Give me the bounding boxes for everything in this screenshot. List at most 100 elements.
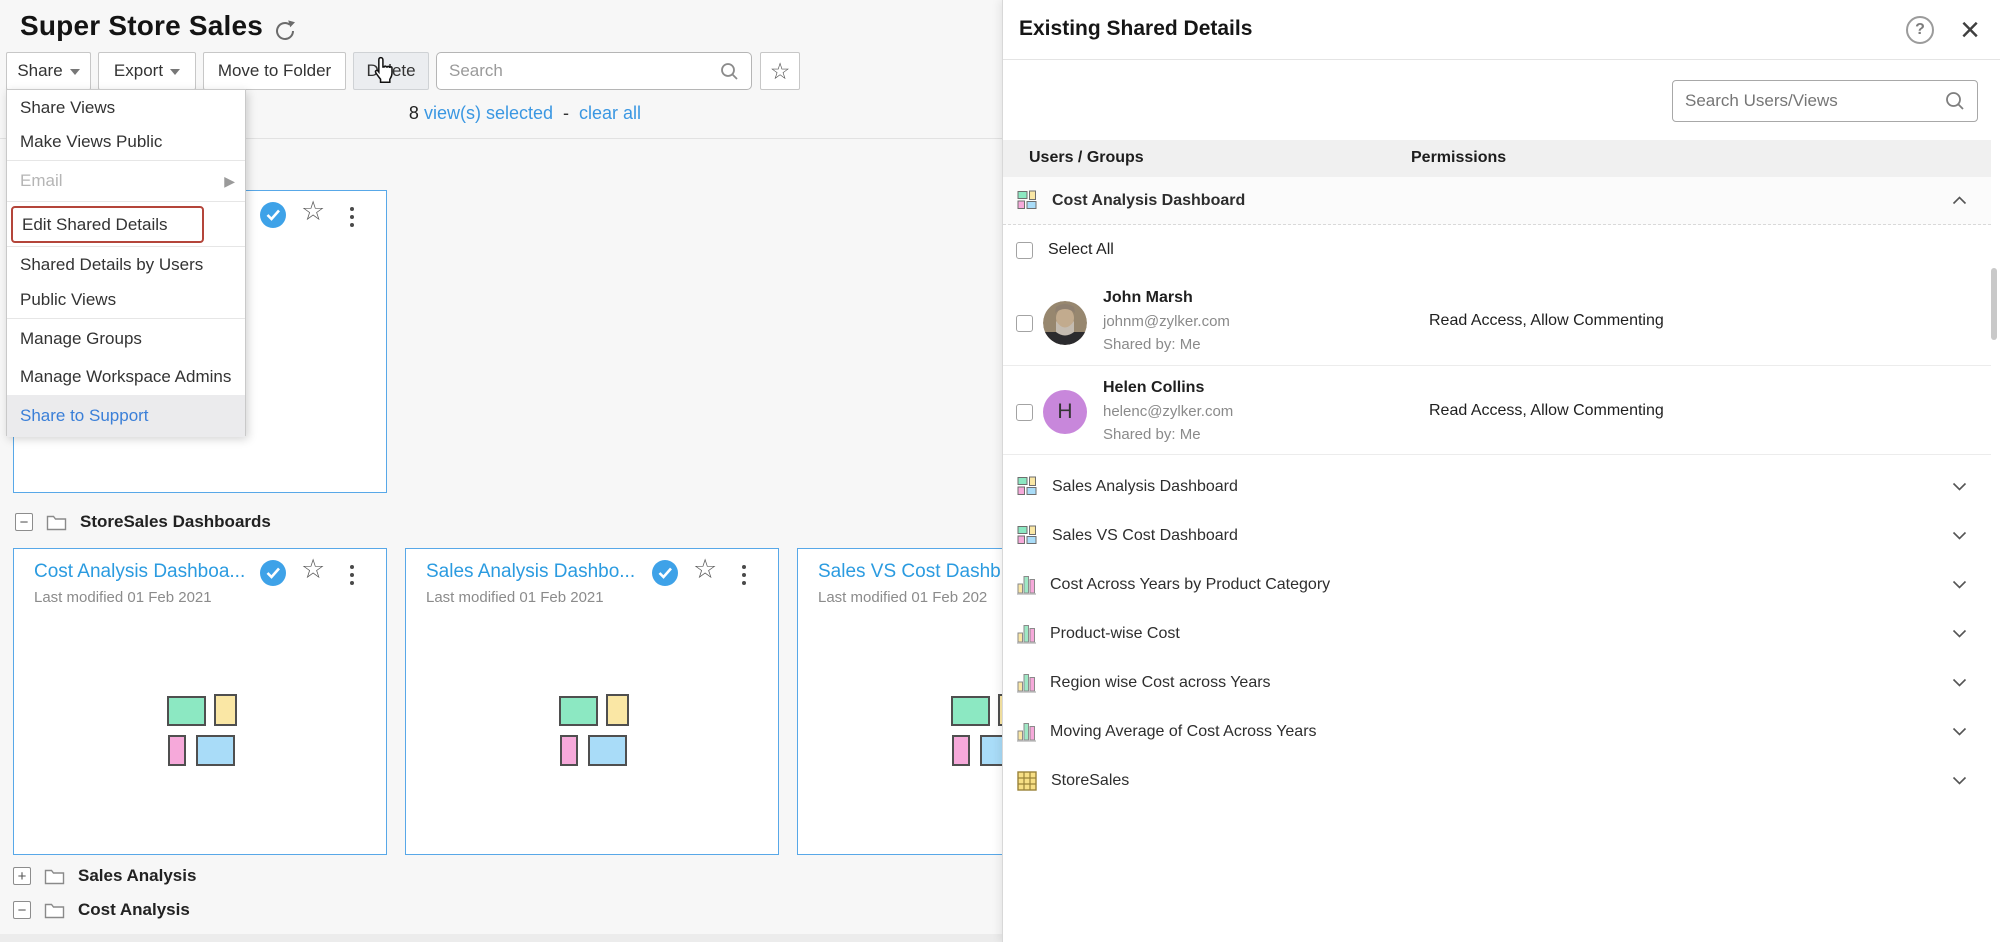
card-title[interactable]: Cost Analysis Dashboa... bbox=[34, 561, 245, 583]
bar-chart-icon bbox=[1017, 623, 1036, 644]
dashboard-thumbnail bbox=[167, 694, 237, 766]
table-icon bbox=[1017, 771, 1037, 791]
kebab-menu-icon[interactable] bbox=[738, 561, 750, 589]
refresh-icon[interactable] bbox=[271, 17, 299, 45]
collapse-icon[interactable]: − bbox=[13, 901, 31, 919]
kebab-menu-icon[interactable] bbox=[346, 203, 358, 231]
folder-icon bbox=[46, 514, 67, 531]
user-checkbox[interactable] bbox=[1016, 315, 1033, 332]
collapse-icon[interactable]: − bbox=[15, 513, 33, 531]
menu-item-manage-workspace-admins[interactable]: Manage Workspace Admins bbox=[7, 359, 245, 394]
export-button[interactable]: Export bbox=[98, 52, 196, 90]
view-row-product-wise-cost[interactable]: Product-wise Cost bbox=[1003, 609, 1991, 658]
view-label: Sales Analysis Dashboard bbox=[1052, 478, 1238, 496]
help-icon[interactable]: ? bbox=[1906, 16, 1934, 44]
star-icon: ☆ bbox=[770, 58, 791, 85]
selected-check-icon[interactable] bbox=[260, 560, 286, 586]
group-label: Cost Analysis Dashboard bbox=[1052, 192, 1245, 210]
card-modified: Last modified 01 Feb 2021 bbox=[426, 589, 604, 606]
search-icon bbox=[1945, 91, 1965, 111]
chevron-down-icon[interactable] bbox=[1952, 576, 1967, 594]
share-button[interactable]: Share bbox=[6, 52, 91, 90]
menu-item-email: Email ▶ bbox=[7, 161, 245, 201]
kebab-menu-icon[interactable] bbox=[346, 561, 358, 589]
page-title: Super Store Sales bbox=[20, 10, 263, 42]
avatar-letter: H bbox=[1057, 400, 1072, 424]
selected-check-icon[interactable] bbox=[260, 202, 286, 228]
clear-all-link[interactable]: clear all bbox=[579, 103, 641, 123]
bar-chart-icon bbox=[1017, 672, 1036, 693]
table-header: Users / Groups Permissions bbox=[1003, 140, 1991, 177]
panel-search-input[interactable] bbox=[1685, 91, 1945, 111]
user-shared-by: Shared by: Me bbox=[1103, 426, 1201, 443]
view-row-region-wise-cost[interactable]: Region wise Cost across Years bbox=[1003, 658, 1991, 707]
panel-search bbox=[1672, 80, 1978, 122]
user-row: John Marsh johnm@zylker.com Shared by: M… bbox=[1003, 276, 1991, 366]
select-all-label: Select All bbox=[1048, 241, 1114, 259]
chevron-down-icon bbox=[170, 69, 180, 75]
menu-item-public-views[interactable]: Public Views bbox=[7, 282, 245, 317]
share-dropdown-menu: Share Views Make Views Public Email ▶ Ed… bbox=[6, 89, 246, 436]
view-card[interactable]: Cost Analysis Dashboa... Last modified 0… bbox=[13, 548, 387, 855]
view-row-sales-analysis-dashboard[interactable]: Sales Analysis Dashboard bbox=[1003, 462, 1991, 511]
dashboard-thumbnail bbox=[559, 694, 629, 766]
menu-item-make-views-public[interactable]: Make Views Public bbox=[7, 125, 245, 159]
submenu-arrow-icon: ▶ bbox=[224, 173, 235, 190]
delete-button[interactable]: Delete bbox=[353, 52, 429, 90]
select-all-checkbox[interactable] bbox=[1016, 242, 1033, 259]
chevron-down-icon[interactable] bbox=[1952, 723, 1967, 741]
folder-icon bbox=[44, 868, 65, 885]
menu-item-share-to-support[interactable]: Share to Support bbox=[7, 395, 245, 437]
scrollbar-thumb[interactable] bbox=[1991, 268, 1997, 340]
user-checkbox[interactable] bbox=[1016, 404, 1033, 421]
menu-item-manage-groups[interactable]: Manage Groups bbox=[7, 319, 245, 359]
view-card[interactable]: Sales Analysis Dashbo... Last modified 0… bbox=[405, 548, 779, 855]
menu-item-share-views[interactable]: Share Views bbox=[7, 91, 245, 125]
chevron-down-icon[interactable] bbox=[1952, 674, 1967, 692]
user-row: H Helen Collins helenc@zylker.com Shared… bbox=[1003, 366, 1991, 455]
view-row-sales-vs-cost-dashboard[interactable]: Sales VS Cost Dashboard bbox=[1003, 511, 1991, 560]
panel-header: Existing Shared Details ? × bbox=[1003, 0, 2000, 60]
card-title[interactable]: Sales VS Cost Dashb bbox=[818, 561, 1001, 583]
avatar bbox=[1043, 301, 1087, 345]
view-row-cost-across-years[interactable]: Cost Across Years by Product Category bbox=[1003, 560, 1991, 609]
chevron-down-icon[interactable] bbox=[1952, 625, 1967, 643]
move-to-folder-label: Move to Folder bbox=[218, 61, 331, 81]
folder-label[interactable]: Sales Analysis bbox=[78, 866, 196, 886]
favorite-filter-button[interactable]: ☆ bbox=[760, 52, 800, 90]
menu-item-shared-details-by-users[interactable]: Shared Details by Users bbox=[7, 247, 245, 282]
close-icon[interactable]: × bbox=[1960, 8, 1980, 52]
separator: - bbox=[563, 103, 569, 123]
card-modified: Last modified 01 Feb 2021 bbox=[34, 589, 212, 606]
selection-bar: 8 view(s) selected - clear all bbox=[310, 103, 740, 124]
folder-label[interactable]: Cost Analysis bbox=[78, 900, 190, 920]
chevron-down-icon[interactable] bbox=[1952, 772, 1967, 790]
star-icon[interactable]: ☆ bbox=[301, 556, 325, 583]
folder-label[interactable]: StoreSales Dashboards bbox=[80, 512, 271, 532]
chevron-down-icon[interactable] bbox=[1952, 527, 1967, 545]
bar-chart-icon bbox=[1017, 574, 1036, 595]
group-row-cost-analysis-dashboard[interactable]: Cost Analysis Dashboard bbox=[1003, 177, 1991, 225]
view-row-moving-average-cost[interactable]: Moving Average of Cost Across Years bbox=[1003, 707, 1991, 756]
search-input[interactable] bbox=[449, 61, 720, 81]
card-modified: Last modified 01 Feb 202 bbox=[818, 589, 987, 606]
card-title[interactable]: Sales Analysis Dashbo... bbox=[426, 561, 635, 583]
chevron-up-icon[interactable] bbox=[1952, 192, 1967, 210]
user-email: johnm@zylker.com bbox=[1103, 313, 1230, 330]
select-all-row: Select All bbox=[1003, 228, 1991, 272]
move-to-folder-button[interactable]: Move to Folder bbox=[203, 52, 346, 90]
view-row-storesales[interactable]: StoreSales bbox=[1003, 756, 1991, 805]
selected-views-link[interactable]: view(s) selected bbox=[424, 103, 553, 123]
menu-item-email-label: Email bbox=[20, 171, 63, 191]
selected-check-icon[interactable] bbox=[652, 560, 678, 586]
dashboard-icon bbox=[1017, 476, 1038, 497]
menu-item-edit-shared-details[interactable]: Edit Shared Details bbox=[11, 206, 204, 243]
chevron-down-icon[interactable] bbox=[1952, 478, 1967, 496]
user-email: helenc@zylker.com bbox=[1103, 403, 1233, 420]
chevron-down-icon bbox=[70, 69, 80, 75]
expand-icon[interactable]: + bbox=[13, 867, 31, 885]
star-icon[interactable]: ☆ bbox=[693, 556, 717, 583]
dashboard-icon bbox=[1017, 525, 1038, 546]
folder-sales-analysis: + Sales Analysis bbox=[13, 866, 196, 886]
star-icon[interactable]: ☆ bbox=[301, 198, 325, 225]
